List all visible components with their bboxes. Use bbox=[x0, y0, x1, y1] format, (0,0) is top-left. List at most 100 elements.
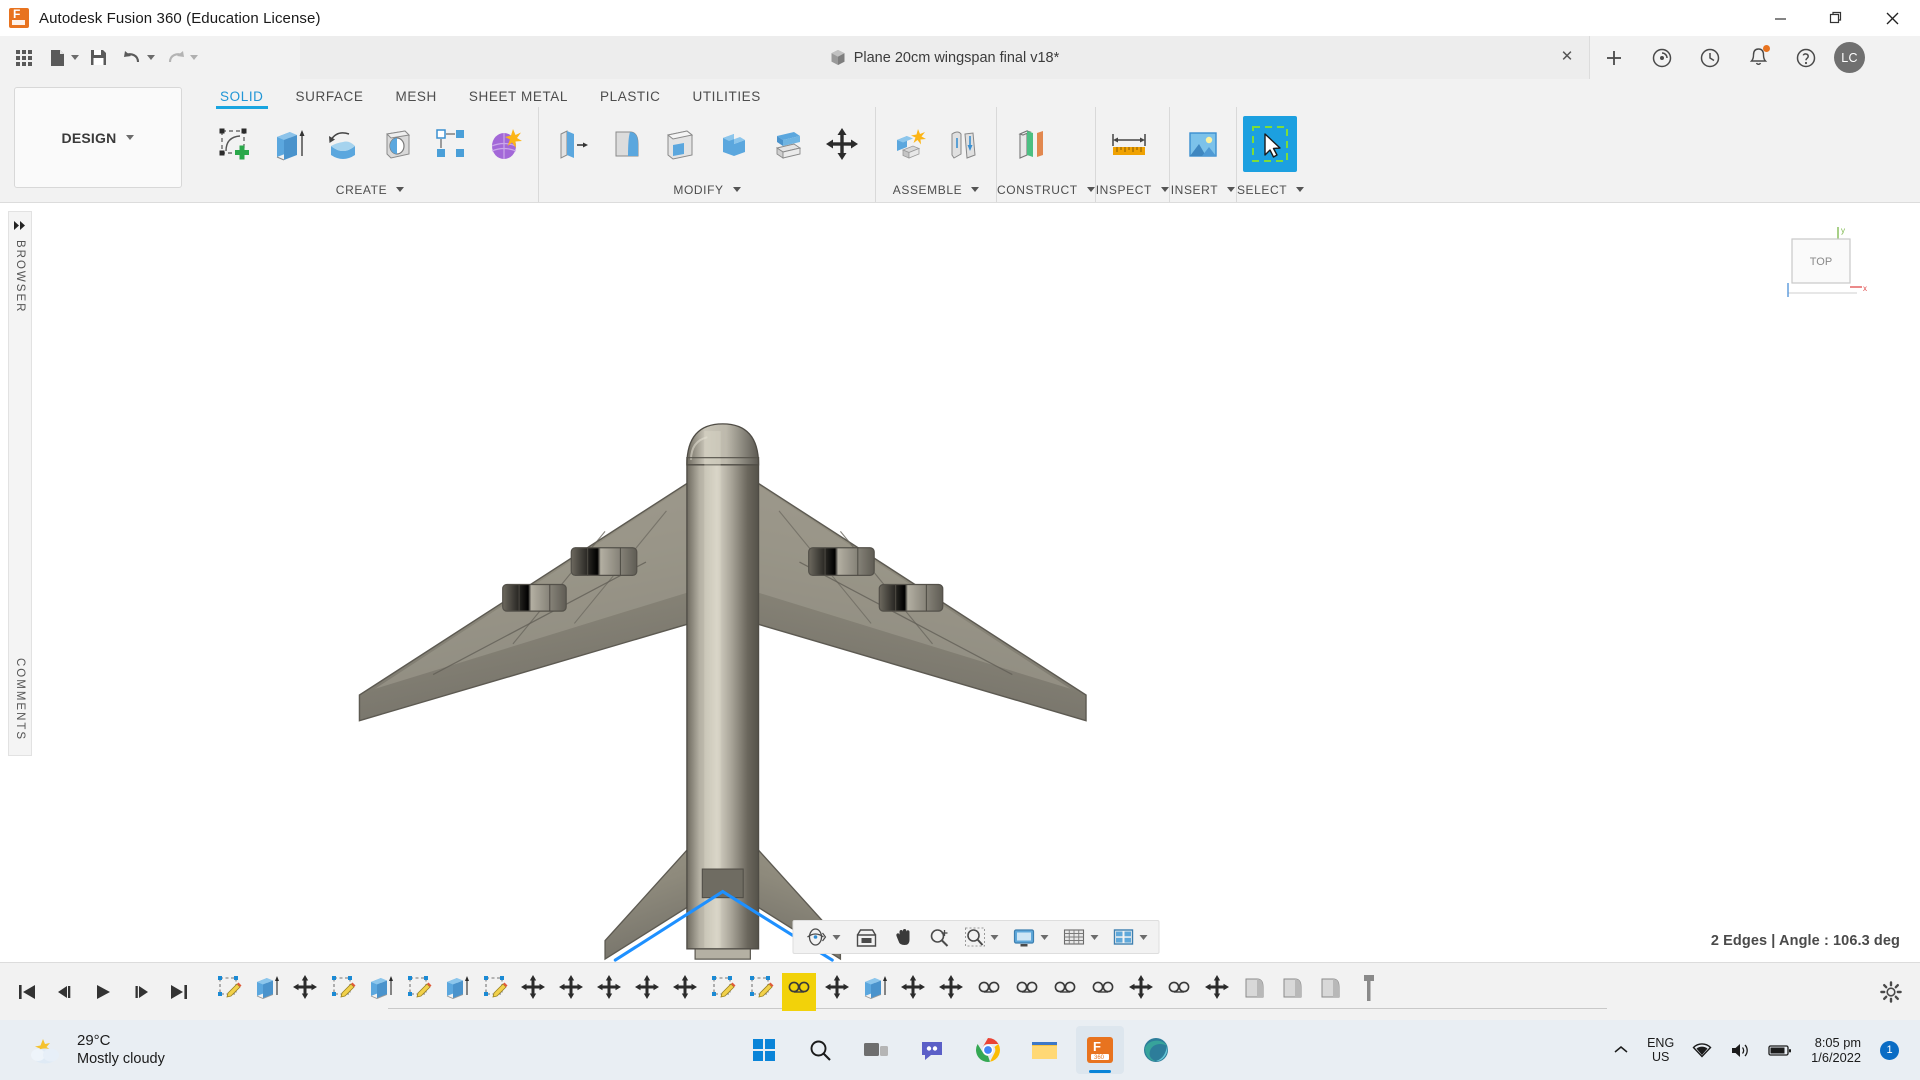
tab-mesh[interactable]: MESH bbox=[379, 89, 452, 107]
joint-tool[interactable] bbox=[936, 116, 990, 172]
timeline-feature-move[interactable] bbox=[820, 973, 854, 1011]
tab-solid[interactable]: SOLID bbox=[204, 89, 280, 109]
panel-title-insert[interactable]: INSERT bbox=[1170, 180, 1236, 202]
sweep-tool[interactable] bbox=[370, 116, 424, 172]
timeline-feature-move[interactable] bbox=[630, 973, 664, 1011]
panel-title-assemble[interactable]: ASSEMBLE bbox=[876, 180, 996, 202]
document-tab[interactable]: Plane 20cm wingspan final v18* ✕ bbox=[300, 36, 1590, 79]
tray-overflow-button[interactable] bbox=[1604, 1044, 1638, 1056]
zoom-tool[interactable] bbox=[922, 922, 958, 952]
timeline-feature-track[interactable] bbox=[198, 963, 1862, 1021]
search-button[interactable] bbox=[796, 1026, 844, 1074]
tab-surface[interactable]: SURFACE bbox=[280, 89, 380, 107]
insert-canvas-tool[interactable] bbox=[1176, 116, 1230, 172]
timeline-feature-joint[interactable] bbox=[1048, 973, 1082, 1011]
timeline-feature-joint[interactable] bbox=[1086, 973, 1120, 1011]
timeline-feature-joint[interactable] bbox=[1162, 973, 1196, 1011]
airplane-top-view-model[interactable] bbox=[32, 203, 1920, 962]
weather-widget[interactable]: 29°C Mostly cloudy bbox=[0, 1032, 165, 1069]
edge-button[interactable] bbox=[1132, 1026, 1180, 1074]
fusion360-button[interactable]: F 360 bbox=[1076, 1026, 1124, 1074]
select-tool[interactable] bbox=[1242, 115, 1297, 172]
double-chevron-right-icon[interactable] bbox=[13, 212, 27, 234]
start-button[interactable] bbox=[740, 1026, 788, 1074]
timeline-feature-joint[interactable] bbox=[1010, 973, 1044, 1011]
new-design-tab-button[interactable] bbox=[1590, 36, 1638, 79]
save-button[interactable] bbox=[83, 41, 114, 75]
chrome-button[interactable] bbox=[964, 1026, 1012, 1074]
timeline-play[interactable] bbox=[84, 972, 122, 1012]
timeline-settings-button[interactable] bbox=[1862, 963, 1920, 1021]
new-file-button[interactable] bbox=[42, 41, 81, 75]
job-status-button[interactable] bbox=[1638, 36, 1686, 79]
timeline-feature-sketch[interactable] bbox=[326, 973, 360, 1011]
measure-tool[interactable] bbox=[1102, 116, 1156, 172]
timeline-feature-joint[interactable] bbox=[972, 973, 1006, 1011]
pattern-tool[interactable] bbox=[424, 116, 478, 172]
timeline-go-to-beginning[interactable] bbox=[8, 972, 46, 1012]
offset-face-tool[interactable] bbox=[761, 116, 815, 172]
grid-snaps[interactable] bbox=[1056, 922, 1106, 952]
chevron-down-icon[interactable] bbox=[832, 934, 841, 940]
timeline-feature-sketch[interactable] bbox=[402, 973, 436, 1011]
view-cube[interactable]: y TOP x bbox=[1762, 221, 1872, 317]
chevron-down-icon[interactable] bbox=[147, 55, 155, 60]
panel-title-modify[interactable]: MODIFY bbox=[539, 180, 875, 202]
window-minimize-button[interactable] bbox=[1752, 0, 1808, 36]
recent-activity-button[interactable] bbox=[1686, 36, 1734, 79]
timeline-feature-move[interactable] bbox=[1200, 973, 1234, 1011]
timeline-feature-extrude[interactable] bbox=[364, 973, 398, 1011]
display-settings[interactable] bbox=[1006, 922, 1056, 952]
chevron-down-icon[interactable] bbox=[1296, 187, 1305, 192]
tab-sheet-metal[interactable]: SHEET METAL bbox=[453, 89, 584, 107]
timeline-feature-move[interactable] bbox=[554, 973, 588, 1011]
timeline-feature-move[interactable] bbox=[592, 973, 626, 1011]
timeline-feature-extrude[interactable] bbox=[440, 973, 474, 1011]
timeline-feature-joint[interactable] bbox=[782, 972, 816, 1011]
pan-tool[interactable] bbox=[886, 922, 922, 952]
task-view-button[interactable] bbox=[852, 1026, 900, 1074]
help-button[interactable] bbox=[1782, 36, 1830, 79]
timeline-feature-marker[interactable] bbox=[1352, 973, 1386, 1011]
timeline-feature-extrude[interactable] bbox=[250, 973, 284, 1011]
avatar[interactable]: LC bbox=[1834, 42, 1865, 73]
undo-button[interactable] bbox=[116, 41, 157, 75]
form-tool[interactable] bbox=[478, 116, 532, 172]
orbit-tool[interactable] bbox=[798, 922, 848, 952]
chevron-down-icon[interactable] bbox=[1139, 934, 1148, 940]
timeline-feature-fillet[interactable] bbox=[1276, 973, 1310, 1011]
tab-plastic[interactable]: PLASTIC bbox=[584, 89, 676, 107]
timeline-feature-move[interactable] bbox=[516, 973, 550, 1011]
new-component-tool[interactable] bbox=[882, 116, 936, 172]
tab-utilities[interactable]: UTILITIES bbox=[676, 89, 776, 107]
chevron-down-icon[interactable] bbox=[990, 934, 999, 940]
battery-icon[interactable] bbox=[1759, 1043, 1801, 1058]
revolve-tool[interactable] bbox=[316, 116, 370, 172]
chevron-down-icon[interactable] bbox=[1160, 187, 1169, 192]
look-at-tool[interactable] bbox=[848, 922, 886, 952]
panel-title-construct[interactable]: CONSTRUCT bbox=[997, 180, 1095, 202]
extrude-tool[interactable] bbox=[262, 116, 316, 172]
chat-button[interactable] bbox=[908, 1026, 956, 1074]
timeline-feature-sketch[interactable] bbox=[744, 973, 778, 1011]
timeline-feature-move[interactable] bbox=[668, 973, 702, 1011]
chevron-down-icon[interactable] bbox=[71, 55, 79, 60]
timeline-step-forward[interactable] bbox=[122, 972, 160, 1012]
viewport-layout[interactable] bbox=[1106, 922, 1155, 952]
press-pull-tool[interactable] bbox=[545, 116, 599, 172]
comments-panel-label[interactable]: COMMENTS bbox=[14, 652, 26, 755]
create-sketch-tool[interactable] bbox=[208, 116, 262, 172]
wifi-icon[interactable] bbox=[1683, 1042, 1721, 1059]
fit-tool[interactable] bbox=[958, 922, 1006, 952]
app-grid-button[interactable] bbox=[8, 41, 40, 75]
chevron-down-icon[interactable] bbox=[1086, 187, 1095, 192]
offset-plane-tool[interactable] bbox=[1003, 116, 1057, 172]
shell-tool[interactable] bbox=[653, 116, 707, 172]
fillet-tool[interactable] bbox=[599, 116, 653, 172]
panel-title-select[interactable]: SELECT bbox=[1237, 180, 1305, 202]
combine-tool[interactable] bbox=[707, 116, 761, 172]
timeline-feature-sketch[interactable] bbox=[478, 973, 512, 1011]
redo-button[interactable] bbox=[159, 41, 200, 75]
file-explorer-button[interactable] bbox=[1020, 1026, 1068, 1074]
notifications-button[interactable] bbox=[1734, 36, 1782, 79]
